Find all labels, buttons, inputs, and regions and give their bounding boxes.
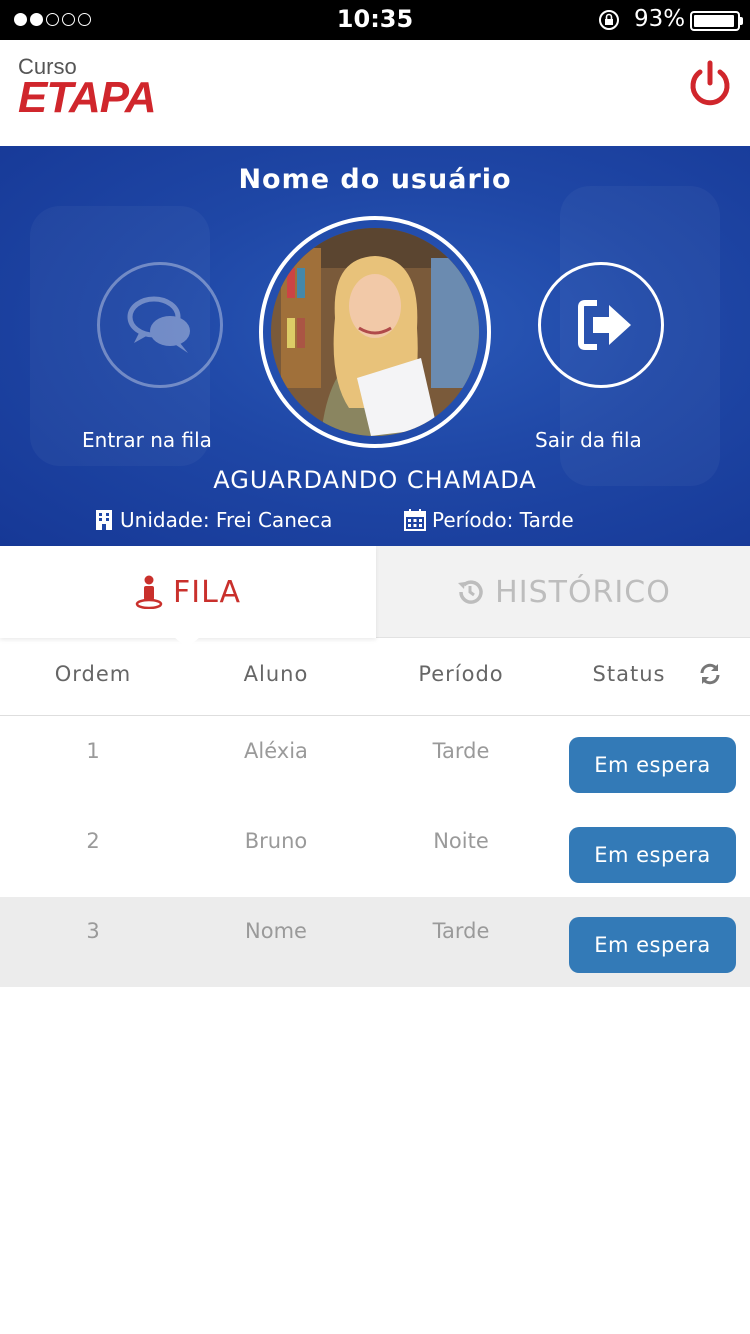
logo-brand-text: ETAPA: [18, 73, 157, 122]
column-header-aluno: Aluno: [243, 662, 309, 686]
tab-bar: FILA HISTÓRICO: [0, 546, 750, 648]
tab-fila[interactable]: FILA: [0, 546, 376, 638]
person-pin-icon: [135, 575, 163, 609]
unit-info: Unidade: Frei Caneca: [94, 508, 332, 532]
column-header-status: Status: [592, 662, 666, 686]
table-row: 1 Aléxia Tarde Em espera: [0, 717, 750, 807]
enter-queue-button[interactable]: [97, 262, 223, 388]
building-icon: [96, 510, 112, 530]
exit-queue-button[interactable]: [538, 262, 664, 388]
row-student: Aléxia: [244, 739, 308, 763]
enter-queue-label: Entrar na fila: [82, 428, 212, 452]
battery-icon: [690, 11, 740, 31]
period-text: Período: Tarde: [432, 508, 574, 532]
profile-banner: Nome do usuário Entrar na fila Sair da f…: [0, 146, 750, 546]
battery-percent: 93%: [634, 6, 686, 32]
history-icon: [458, 580, 483, 604]
tab-historico[interactable]: HISTÓRICO: [376, 546, 750, 638]
etapa-logo: Curso ETAPA: [18, 56, 157, 122]
row-period: Noite: [433, 829, 489, 853]
table-header: Ordem Aluno Período Status: [0, 638, 750, 716]
exit-queue-label: Sair da fila: [535, 428, 642, 452]
tab-fila-label: FILA: [172, 574, 242, 610]
period-info: Período: Tarde: [404, 508, 574, 532]
row-student: Bruno: [244, 829, 308, 853]
row-period: Tarde: [432, 919, 490, 943]
row-student: Nome: [245, 919, 307, 943]
rotation-lock-icon: [599, 10, 619, 30]
table-row: 2 Bruno Noite Em espera: [0, 807, 750, 897]
column-header-ordem: Ordem: [54, 662, 132, 686]
row-order: 2: [86, 829, 100, 853]
status-button[interactable]: Em espera: [569, 737, 736, 793]
power-icon[interactable]: [686, 60, 734, 108]
tab-historico-label: HISTÓRICO: [495, 574, 671, 610]
user-name: Nome do usuário: [238, 164, 512, 195]
chat-icon: [127, 296, 190, 353]
calendar-icon: [404, 509, 426, 531]
sign-out-icon: [578, 300, 631, 350]
status-button[interactable]: Em espera: [569, 827, 736, 883]
app-header: Curso ETAPA: [0, 40, 750, 146]
status-bar: 10:35 93%: [0, 0, 750, 40]
unit-text: Unidade: Frei Caneca: [120, 508, 333, 532]
status-button[interactable]: Em espera: [569, 917, 736, 973]
table-row: 3 Nome Tarde Em espera: [0, 897, 750, 987]
refresh-icon[interactable]: [698, 662, 722, 686]
call-status: AGUARDANDO CHAMADA: [213, 466, 537, 494]
row-order: 1: [86, 739, 100, 763]
avatar: [271, 228, 479, 436]
row-order: 3: [86, 919, 100, 943]
row-period: Tarde: [432, 739, 490, 763]
column-header-periodo: Período: [418, 662, 504, 686]
